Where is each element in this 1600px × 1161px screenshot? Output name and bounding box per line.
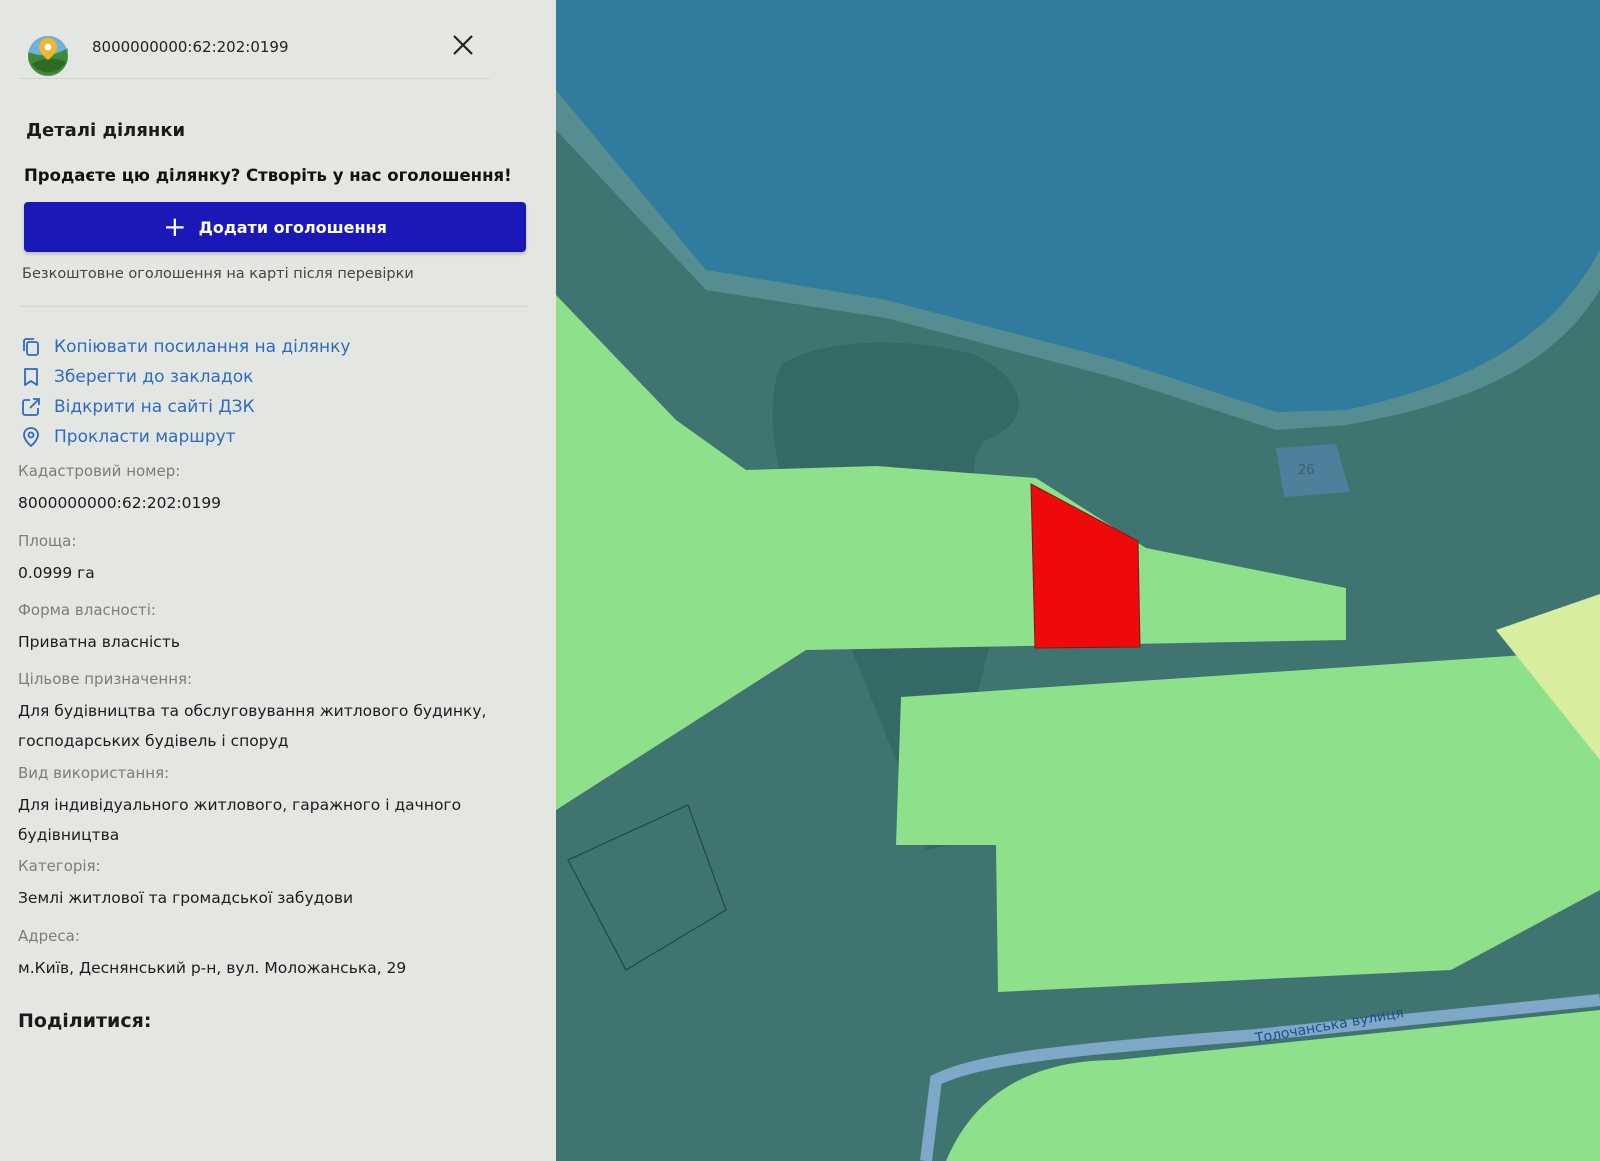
cadastral-label: Кадастровий номер: — [18, 462, 181, 480]
section-divider — [20, 306, 528, 307]
app-logo — [28, 36, 68, 76]
external-link-icon — [22, 398, 40, 416]
share-heading: Поділитися: — [18, 1010, 152, 1032]
parcel-number-label: 26 — [1298, 463, 1315, 478]
free-listing-note: Безкоштовне оголошення на карті після пе… — [22, 266, 414, 282]
copy-link-label: Копіювати посилання на ділянку — [54, 337, 351, 357]
ownership-field: Форма власності: Приватна власність — [18, 601, 180, 657]
category-label: Категорія: — [18, 857, 101, 875]
add-listing-label: Додати оголошення — [198, 217, 387, 237]
cadastral-value: 8000000000:62:202:0199 — [18, 494, 222, 512]
parcel-id-title: 8000000000:62:202:0199 — [92, 38, 289, 56]
ownership-value: Приватна власність — [18, 633, 180, 651]
bookmark-action[interactable]: Зберегти до закладок — [20, 362, 350, 392]
section-title: Деталі ділянки — [26, 120, 186, 141]
plus-icon: + — [163, 210, 187, 243]
parcel-block-middle — [896, 650, 1600, 992]
open-dzk-action[interactable]: Відкрити на сайті ДЗК — [20, 392, 350, 422]
add-listing-button[interactable]: + Додати оголошення — [24, 202, 526, 252]
ownership-label: Форма власності: — [18, 601, 156, 619]
purpose-field: Цільове призначення: Для будівництва та … — [18, 670, 488, 756]
route-label: Прокласти маршрут — [54, 427, 236, 447]
route-action[interactable]: Прокласти маршрут — [20, 422, 350, 452]
bookmark-label: Зберегти до закладок — [54, 367, 254, 387]
promo-text: Продаєте цю ділянку? Створіть у нас огол… — [24, 166, 512, 185]
cadastral-field: Кадастровий номер: 8000000000:62:202:019… — [18, 462, 221, 518]
bookmark-icon — [24, 368, 38, 386]
action-links: Копіювати посилання на ділянку Зберегти … — [20, 332, 350, 452]
usage-field: Вид використання: Для індивідуального жи… — [18, 764, 468, 850]
location-pin-icon — [23, 427, 39, 448]
cadastral-map[interactable]: 26 Толочанська вулиця — [556, 0, 1600, 1161]
category-value: Землі житлової та громадської забудови — [18, 889, 354, 907]
area-label: Площа: — [18, 532, 77, 550]
usage-value: Для індивідуального житлового, гаражного… — [18, 796, 462, 844]
purpose-value: Для будівництва та обслуговування житлов… — [18, 702, 487, 750]
area-field: Площа: 0.0999 га — [18, 532, 95, 588]
address-value: м.Київ, Деснянський р-н, вул. Моложанськ… — [18, 959, 407, 977]
purpose-label: Цільове призначення: — [18, 670, 193, 688]
close-icon[interactable] — [448, 30, 478, 60]
copy-icon — [23, 338, 39, 356]
area-value: 0.0999 га — [18, 564, 95, 582]
address-field: Адреса: м.Київ, Деснянський р-н, вул. Мо… — [18, 927, 406, 983]
open-dzk-label: Відкрити на сайті ДЗК — [54, 397, 255, 417]
details-panel: 8000000000:62:202:0199 Деталі ділянки Пр… — [0, 0, 556, 1161]
usage-label: Вид використання: — [18, 764, 170, 782]
header-divider — [20, 78, 490, 79]
address-label: Адреса: — [18, 927, 80, 945]
copy-link-action[interactable]: Копіювати посилання на ділянку — [20, 332, 350, 362]
category-field: Категорія: Землі житлової та громадської… — [18, 857, 353, 913]
